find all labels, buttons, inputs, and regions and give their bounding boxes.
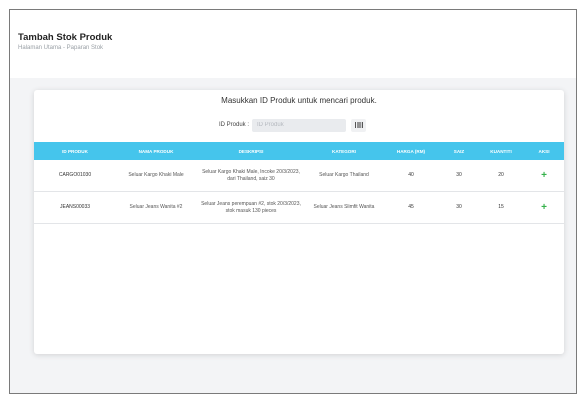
cell-description: Seluar Kargo Khaki Male, Incoke 20/3/202…: [196, 160, 306, 192]
search-row: ID Produk :: [219, 118, 367, 132]
cell-size: 30: [440, 160, 478, 192]
cell-id: CARGO01030: [34, 160, 116, 192]
col-header-action: AKSI: [524, 142, 564, 160]
cell-price: 40: [382, 160, 440, 192]
barcode-icon: [354, 122, 363, 128]
cell-price: 45: [382, 191, 440, 224]
col-header-category: KATEGORI: [306, 142, 382, 160]
app-frame: Tambah Stok Produk Halaman Utama - Papar…: [9, 9, 577, 394]
breadcrumb: Halaman Utama - Paparan Stok: [18, 45, 104, 51]
col-header-quantity: KUANTITI: [478, 142, 524, 160]
add-stock-button[interactable]: +: [541, 202, 547, 213]
cell-quantity: 20: [478, 160, 524, 192]
col-header-name: NAMA PRODUK: [116, 142, 196, 160]
cell-name: Seluar Kargo Khaki Male: [116, 160, 196, 192]
col-header-size: SAIZ: [440, 142, 478, 160]
col-header-price: HARGA (RM): [382, 142, 440, 160]
col-header-id: ID PRODUK: [34, 142, 116, 160]
cell-size: 30: [440, 191, 478, 224]
search-prompt: Masukkan ID Produk untuk mencari produk.: [221, 96, 377, 105]
barcode-scan-button[interactable]: [351, 118, 367, 132]
stock-card: Masukkan ID Produk untuk mencari produk.…: [34, 90, 564, 354]
table-header-row: ID PRODUK NAMA PRODUK DESKRIPSI KATEGORI…: [34, 142, 564, 160]
table-row: JEANS00033 Seluar Jeans Wanita #2 Seluar…: [34, 191, 564, 224]
cell-category: Seluar Kargo Thailand: [306, 160, 382, 192]
cell-category: Seluar Jeans Slimfit Wanita: [306, 191, 382, 224]
product-table: ID PRODUK NAMA PRODUK DESKRIPSI KATEGORI…: [34, 142, 564, 224]
add-stock-button[interactable]: +: [541, 170, 547, 181]
page-header: Tambah Stok Produk Halaman Utama - Papar…: [10, 10, 576, 78]
col-header-description: DESKRIPSI: [196, 142, 306, 160]
page-title: Tambah Stok Produk: [18, 32, 113, 43]
product-id-label: ID Produk :: [219, 122, 250, 128]
cell-name: Seluar Jeans Wanita #2: [116, 191, 196, 224]
cell-description: Seluar Jeans perempuan #2, stok 20/3/202…: [196, 191, 306, 224]
product-id-input[interactable]: [252, 118, 347, 132]
cell-id: JEANS00033: [34, 191, 116, 224]
cell-quantity: 15: [478, 191, 524, 224]
table-row: CARGO01030 Seluar Kargo Khaki Male Selua…: [34, 160, 564, 192]
